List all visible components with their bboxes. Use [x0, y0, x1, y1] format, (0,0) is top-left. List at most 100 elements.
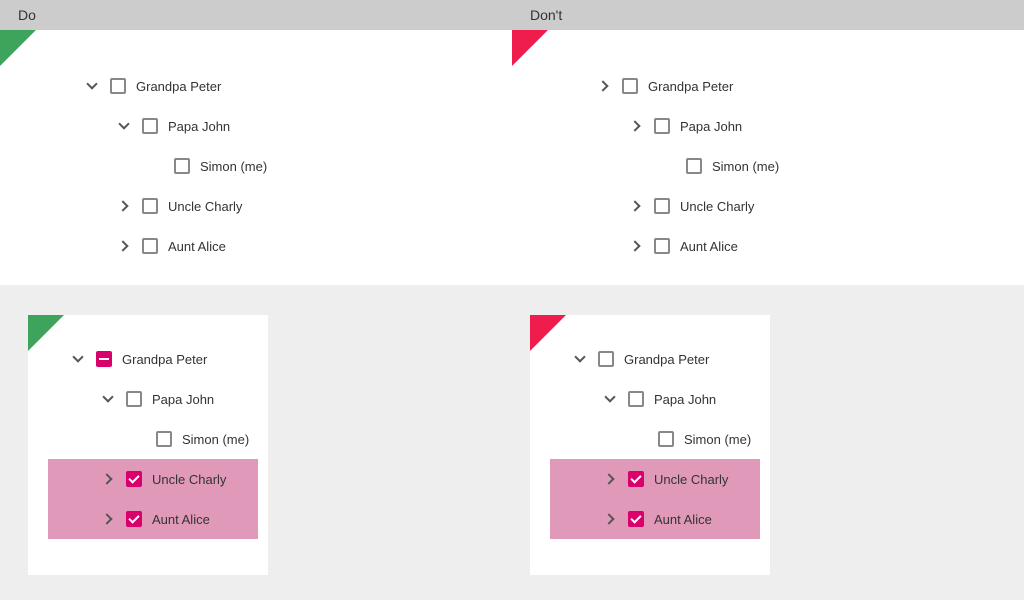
chevron-right-icon [629, 120, 640, 131]
dont-cell-2: Grandpa Peter Papa John Simon (me) Uncle Ch… [512, 297, 1024, 570]
tree-item-label: Aunt Alice [152, 512, 210, 527]
dont-triangle-icon [512, 30, 548, 66]
tree-dont-2: Grandpa Peter Papa John Simon (me) Uncle Ch… [530, 315, 770, 539]
content-row-1: Grandpa Peter Papa John Simon (me) Uncle Ch… [0, 30, 1024, 285]
tree-item-label: Papa John [152, 392, 214, 407]
expand-toggle[interactable] [602, 391, 618, 407]
checkbox[interactable] [142, 118, 158, 134]
tree-row[interactable]: Aunt Alice [550, 499, 760, 539]
tree-row[interactable]: Papa John [540, 106, 1006, 146]
checkbox[interactable] [628, 471, 644, 487]
tree-item-label: Papa John [168, 119, 230, 134]
tree-do-1: Grandpa Peter Papa John Simon (me) Uncle Ch… [18, 48, 494, 266]
checkbox[interactable] [658, 431, 674, 447]
expand-toggle[interactable] [628, 198, 644, 214]
do-cell-1: Grandpa Peter Papa John Simon (me) Uncle Ch… [0, 30, 512, 285]
tree-row[interactable]: Uncle Charly [28, 186, 494, 226]
chevron-down-icon [574, 351, 585, 362]
checkbox[interactable] [96, 351, 112, 367]
chevron-right-icon [101, 513, 112, 524]
tree-row[interactable]: Papa John [28, 379, 268, 419]
checkbox[interactable] [628, 391, 644, 407]
tree-row[interactable]: Grandpa Peter [28, 339, 268, 379]
tree-row[interactable]: Uncle Charly [540, 186, 1006, 226]
checkbox[interactable] [598, 351, 614, 367]
expand-toggle[interactable] [602, 471, 618, 487]
chevron-right-icon [597, 80, 608, 91]
tree-row[interactable]: Grandpa Peter [28, 66, 494, 106]
checkbox[interactable] [142, 198, 158, 214]
expand-toggle[interactable] [572, 351, 588, 367]
tree-do-2: Grandpa Peter Papa John Simon (me) Uncle Ch… [28, 315, 268, 539]
chevron-down-icon [604, 391, 615, 402]
checkbox[interactable] [156, 431, 172, 447]
tree-item-label: Aunt Alice [680, 239, 738, 254]
dont-triangle-icon [530, 315, 566, 351]
chevron-down-icon [86, 78, 97, 89]
expand-toggle[interactable] [70, 351, 86, 367]
checkbox[interactable] [126, 511, 142, 527]
tree-item-label: Uncle Charly [680, 199, 754, 214]
checkbox[interactable] [654, 238, 670, 254]
chevron-right-icon [629, 200, 640, 211]
tree-item-label: Grandpa Peter [136, 79, 221, 94]
checkbox[interactable] [174, 158, 190, 174]
expand-toggle[interactable] [100, 471, 116, 487]
expand-toggle[interactable] [628, 238, 644, 254]
checkbox[interactable] [622, 78, 638, 94]
expand-toggle[interactable] [602, 511, 618, 527]
checkbox[interactable] [654, 118, 670, 134]
checkbox[interactable] [686, 158, 702, 174]
tree-row[interactable]: Grandpa Peter [540, 66, 1006, 106]
expand-toggle[interactable] [628, 118, 644, 134]
checkbox[interactable] [628, 511, 644, 527]
chevron-right-icon [117, 200, 128, 211]
tree-item-label: Uncle Charly [168, 199, 242, 214]
example-container: Do Don't Grandpa PeterPapa JohnSimon (me… [0, 0, 1024, 600]
tree-item-label: Simon (me) [712, 159, 779, 174]
tree-item-label: Grandpa Peter [624, 352, 709, 367]
tree-row[interactable]: Simon (me) [28, 146, 494, 186]
tree-row[interactable]: Aunt Alice [48, 499, 258, 539]
tree-row[interactable]: Papa John [28, 106, 494, 146]
tree-item-label: Aunt Alice [654, 512, 712, 527]
expand-toggle[interactable] [100, 511, 116, 527]
tree-row[interactable]: Grandpa Peter [530, 339, 770, 379]
checkbox[interactable] [142, 238, 158, 254]
tree-row[interactable]: Simon (me) [530, 419, 770, 459]
chevron-down-icon [118, 118, 129, 129]
chevron-right-icon [101, 473, 112, 484]
expand-toggle[interactable] [116, 118, 132, 134]
do-triangle-icon [28, 315, 64, 351]
tree-row[interactable]: Uncle Charly [550, 459, 760, 499]
header-dont: Don't [512, 0, 1024, 30]
checkbox[interactable] [110, 78, 126, 94]
do-panel-2: Grandpa Peter Papa John Simon (me) Uncle Ch… [28, 315, 268, 575]
tree-row[interactable]: Aunt Alice [28, 226, 494, 266]
checkbox[interactable] [126, 471, 142, 487]
tree-dont-1: Grandpa Peter Papa John Simon (me) Uncle Ch… [530, 48, 1006, 266]
expand-toggle[interactable] [100, 391, 116, 407]
tree-item-label: Uncle Charly [654, 472, 728, 487]
checkbox[interactable] [654, 198, 670, 214]
tree-item-label: Simon (me) [684, 432, 751, 447]
tree-row[interactable]: Papa John [530, 379, 770, 419]
content-grid: Grandpa Peter Papa John Simon (me) Uncle Ch… [0, 30, 1024, 570]
tree-item-label: Papa John [680, 119, 742, 134]
tree-row[interactable]: Simon (me) [28, 419, 268, 459]
dont-panel-2: Grandpa Peter Papa John Simon (me) Uncle Ch… [530, 315, 770, 575]
tree-row[interactable]: Simon (me) [540, 146, 1006, 186]
chevron-right-icon [603, 473, 614, 484]
expand-toggle[interactable] [116, 238, 132, 254]
chevron-right-icon [629, 240, 640, 251]
tree-item-label: Simon (me) [182, 432, 249, 447]
chevron-right-icon [603, 513, 614, 524]
expand-toggle[interactable] [116, 198, 132, 214]
chevron-right-icon [117, 240, 128, 251]
expand-toggle[interactable] [596, 78, 612, 94]
tree-item-label: Grandpa Peter [122, 352, 207, 367]
tree-row[interactable]: Uncle Charly [48, 459, 258, 499]
expand-toggle[interactable] [84, 78, 100, 94]
tree-row[interactable]: Aunt Alice [540, 226, 1006, 266]
checkbox[interactable] [126, 391, 142, 407]
